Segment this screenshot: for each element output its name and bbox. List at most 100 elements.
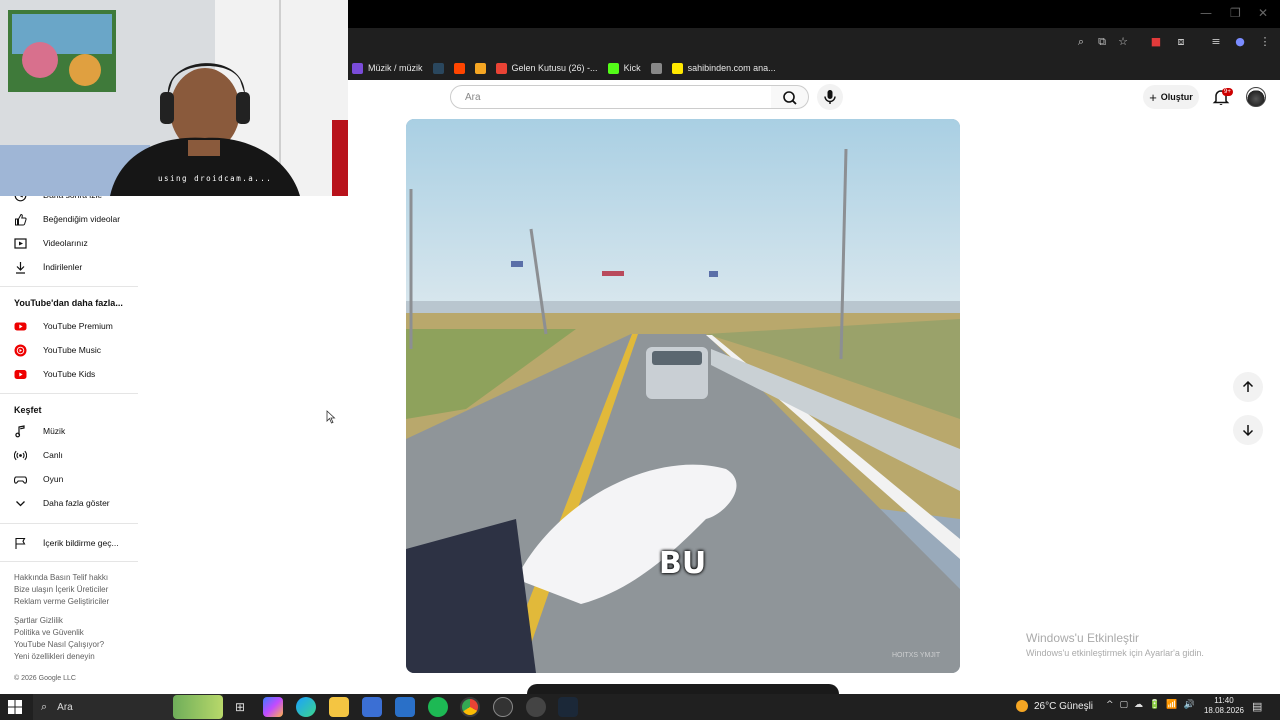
sidebar-item-gamepad[interactable]: Oyun: [0, 467, 138, 491]
footer-links[interactable]: Bize ulaşın İçerik Üreticiler: [14, 584, 108, 596]
close-icon[interactable]: ✕: [1258, 6, 1268, 20]
sidebar-section-title: Keşfet: [14, 405, 42, 415]
footer-links[interactable]: Yeni özellikleri deneyin: [14, 651, 95, 663]
bookmarks-bar: Müzik / müzik Gelen Kutusu (26) -... Kick s…: [348, 56, 1280, 80]
profile-icon[interactable]: ●: [1233, 35, 1247, 49]
footer-links[interactable]: Reklam verme Geliştiriciler: [14, 596, 109, 608]
sidebar-item-youtube-premium[interactable]: YouTube Premium: [0, 314, 138, 338]
clock-date: 18.08.2026: [1203, 706, 1244, 715]
sidebar-item-live[interactable]: Canlı: [0, 443, 138, 467]
bookmark-item[interactable]: [453, 62, 465, 74]
sidebar-item-label: Daha fazla göster: [43, 498, 110, 508]
sidebar-item-youtube-kids[interactable]: YouTube Kids: [0, 362, 138, 386]
obs-icon[interactable]: [493, 697, 513, 717]
sidebar-item-play-box[interactable]: Videolarınız: [0, 231, 138, 255]
notification-center-icon[interactable]: ▤: [1252, 700, 1262, 713]
extension-icon[interactable]: ■: [1149, 35, 1163, 49]
bookmark-item[interactable]: [650, 62, 662, 74]
activation-subtitle: Windows'u etkinleştirmek için Ayarlar'a …: [1026, 648, 1204, 658]
bookmark-item[interactable]: sahibinden.com ana...: [671, 62, 776, 74]
bookmark-favicon-icon: [671, 62, 683, 74]
search-input[interactable]: Ara: [450, 85, 772, 109]
zoom-icon[interactable]: ⌕: [1074, 35, 1088, 49]
spotify-icon[interactable]: [428, 697, 448, 717]
live-icon: [0, 449, 43, 462]
windows-taskbar: ⌕ Ara ⊞ 26°C Güneşli ^▢☁🔋📶🔊 11:40 18.08.…: [0, 694, 1280, 720]
footer-links[interactable]: Hakkında Basın Telif hakkı: [14, 572, 108, 584]
bookmark-label: Kick: [623, 63, 641, 73]
previous-video-button[interactable]: [1233, 372, 1263, 402]
sidebar-item-label: YouTube Music: [43, 345, 101, 355]
sidebar-item-label: İndirilenler: [43, 262, 83, 272]
bookmark-item[interactable]: [474, 62, 486, 74]
shorts-video-player[interactable]: BU HOITXS YMJIT: [406, 119, 960, 673]
footer-links[interactable]: Politika ve Güvenlik: [14, 627, 84, 639]
weather-widget[interactable]: 26°C Güneşli: [1016, 700, 1093, 712]
search-button[interactable]: [771, 85, 809, 109]
copilot-icon[interactable]: [263, 697, 283, 717]
sidebar-item-label: Videolarınız: [43, 238, 88, 248]
create-button[interactable]: + Oluştur: [1143, 85, 1199, 109]
edge-icon[interactable]: [296, 697, 316, 717]
clock[interactable]: 11:40 18.08.2026: [1204, 696, 1244, 716]
sidebar-divider: [0, 561, 138, 562]
taskbar-search-label: Ara: [57, 701, 73, 713]
sidebar-item-label: Müzik: [43, 426, 66, 436]
youtube-music-icon: [0, 344, 43, 357]
avatar[interactable]: [1246, 87, 1266, 107]
install-app-icon[interactable]: ⧉: [1095, 35, 1109, 49]
sidebar-item-music-note[interactable]: Müzik: [0, 419, 138, 443]
arrow-down-icon: [1242, 425, 1254, 437]
chevron-down-icon: [0, 497, 43, 510]
minimize-icon[interactable]: —: [1200, 6, 1212, 20]
bookmark-item[interactable]: [432, 62, 444, 74]
search-icon: [783, 91, 797, 105]
extensions-puzzle-icon[interactable]: ⧈: [1174, 35, 1188, 49]
thumbs-up-icon: [0, 213, 43, 226]
voice-search-button[interactable]: [817, 84, 843, 110]
youtube-kids-icon: [0, 368, 43, 381]
sidebar-item-youtube-music[interactable]: YouTube Music: [0, 338, 138, 362]
sidebar-item-label: Oyun: [43, 474, 64, 484]
file-explorer-icon[interactable]: [329, 697, 349, 717]
windows-activation-watermark: Windows'u Etkinleştir Windows'u etkinleş…: [1026, 631, 1204, 658]
sidebar-item-download[interactable]: İndirilenler: [0, 255, 138, 279]
microsoft-store-icon[interactable]: [362, 697, 382, 717]
bookmark-star-icon[interactable]: ☆: [1116, 35, 1130, 49]
sidebar-divider: [0, 286, 138, 287]
next-video-button[interactable]: [1233, 415, 1263, 445]
video-caption: BU: [659, 546, 707, 581]
sidebar-item-flag[interactable]: İçerik bildirme geç...: [0, 531, 138, 555]
sidebar-item-label: Canlı: [43, 450, 63, 460]
menu-dots-icon[interactable]: ⋮: [1258, 35, 1272, 49]
arrow-up-icon: [1242, 380, 1254, 392]
browser-title-bar: — ❐ ✕: [348, 0, 1280, 28]
sidebar-item-label: YouTube Premium: [43, 321, 113, 331]
sidebar-item-label: İçerik bildirme geç...: [43, 538, 119, 548]
chrome-icon[interactable]: [460, 697, 480, 717]
video-frame: [406, 119, 960, 673]
outlook-icon[interactable]: [395, 697, 415, 717]
bookmark-item[interactable]: Gelen Kutusu (26) -...: [495, 62, 598, 74]
mouse-cursor-icon: [326, 410, 336, 424]
sidebar-divider: [0, 393, 138, 394]
footer-links[interactable]: Şartlar Gizlilik: [14, 615, 63, 627]
bookmark-favicon-icon: [352, 62, 363, 74]
windows-start-icon[interactable]: [8, 700, 22, 719]
restore-icon[interactable]: ❐: [1230, 6, 1241, 20]
system-tray-icons[interactable]: ^▢☁🔋📶🔊: [1106, 700, 1201, 710]
steam-icon[interactable]: [558, 697, 578, 717]
app-icon[interactable]: [526, 697, 546, 717]
sidebar-item-chevron-down[interactable]: Daha fazla göster: [0, 491, 138, 515]
search-icon: ⌕: [41, 700, 48, 713]
taskbar-search-box[interactable]: ⌕ Ara: [33, 694, 223, 720]
activation-title: Windows'u Etkinleştir: [1026, 631, 1139, 645]
media-controls-icon[interactable]: ≡: [1209, 35, 1223, 49]
notification-badge: 9+: [1222, 88, 1233, 96]
bookmark-favicon-icon: [650, 62, 662, 74]
sidebar-item-thumbs-up[interactable]: Beğendiğim videolar: [0, 207, 138, 231]
bookmark-item[interactable]: Müzik / müzik: [352, 62, 423, 74]
bookmark-item[interactable]: Kick: [607, 62, 641, 74]
footer-links[interactable]: YouTube Nasıl Çalışıyor?: [14, 639, 104, 651]
task-view-icon[interactable]: ⊞: [230, 697, 250, 717]
